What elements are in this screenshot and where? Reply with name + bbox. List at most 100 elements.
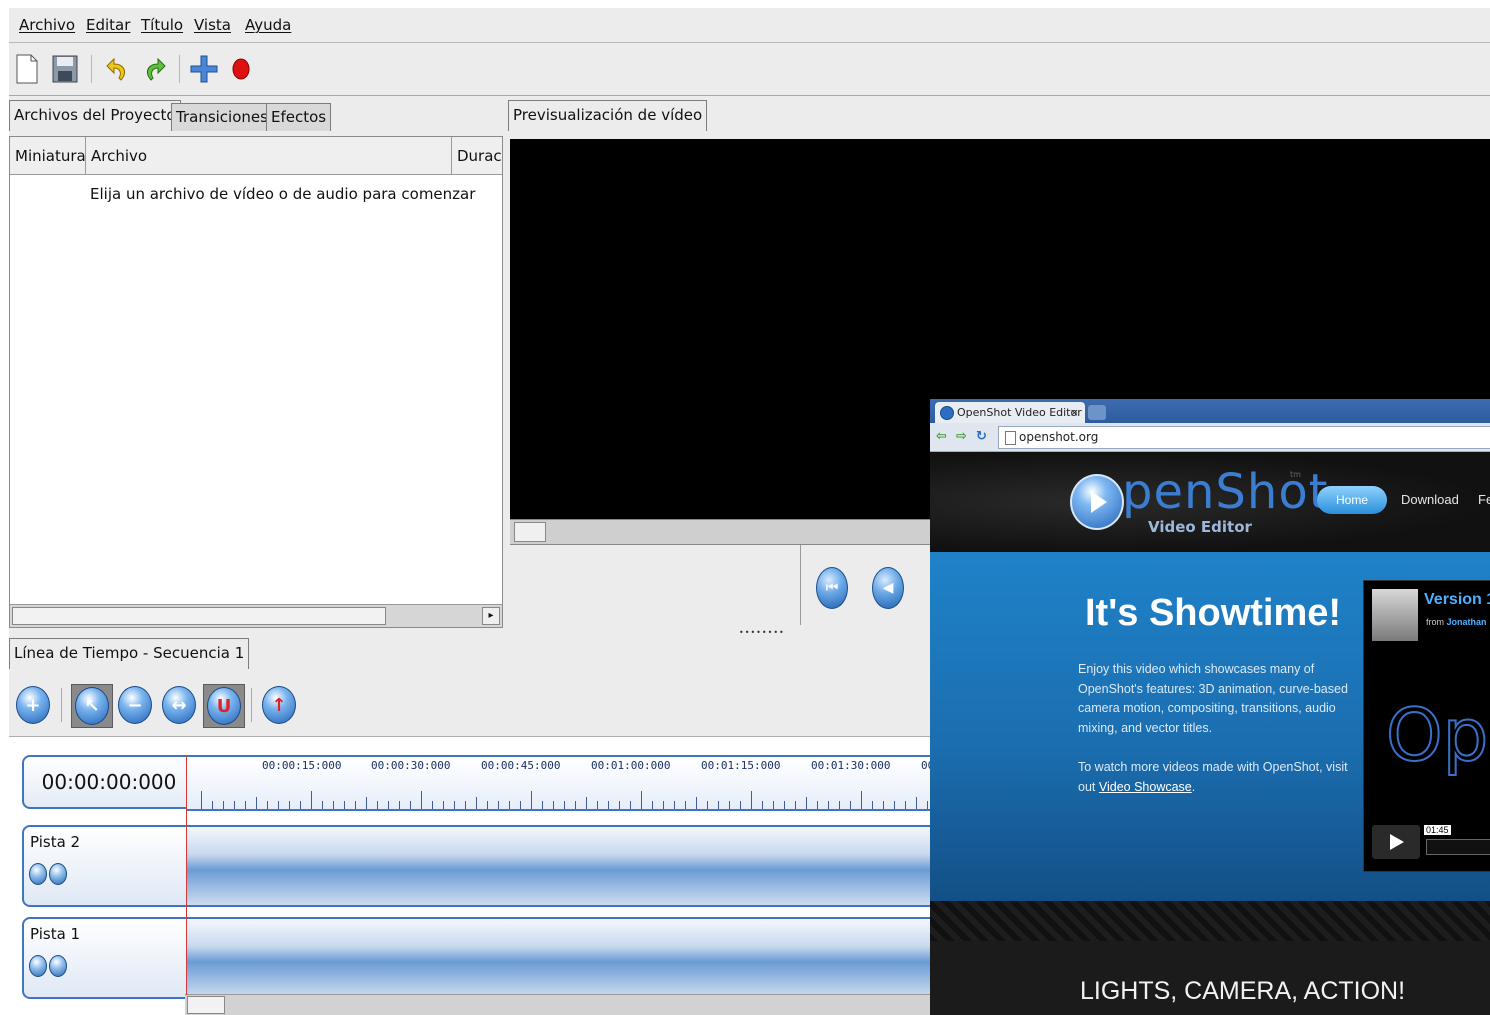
resize-icon: ↔ xyxy=(162,686,196,724)
record-button[interactable] xyxy=(225,53,257,85)
ruler-tick xyxy=(234,801,235,809)
audio-toggle-icon[interactable] xyxy=(49,955,67,977)
save-project-button[interactable] xyxy=(49,53,81,85)
marker-icon: ↑ xyxy=(262,686,296,724)
ruler-tick xyxy=(564,801,565,809)
ruler-tick xyxy=(311,791,312,809)
tab-project-files[interactable]: Archivos del Proyecto xyxy=(9,100,181,131)
ruler-label: 00:00:45:000 xyxy=(481,759,561,772)
project-files-panel: Miniatura Archivo Durac Elija un archivo… xyxy=(9,136,503,628)
forward-icon[interactable]: ⇨ xyxy=(956,429,967,444)
ruler-tick xyxy=(806,797,807,809)
hero-text-suffix: . xyxy=(1191,779,1196,794)
rewind-start-button[interactable]: ⏮ xyxy=(816,567,848,609)
ruler-tick xyxy=(784,801,785,809)
ruler-tick xyxy=(751,791,752,809)
nav-download[interactable]: Download xyxy=(1401,492,1459,507)
video-duration: 01:45 xyxy=(1424,825,1451,835)
ruler-tick xyxy=(432,801,433,809)
step-back-button[interactable]: ◀ xyxy=(872,567,904,609)
timeline-ruler[interactable]: 00:00:15:000 00:00:30:000 00:00:45:000 0… xyxy=(187,755,949,811)
seek-handle[interactable] xyxy=(514,522,546,542)
ruler-tick xyxy=(267,801,268,809)
ruler-tick xyxy=(916,797,917,809)
track-lane-pista-2[interactable] xyxy=(187,825,949,907)
openshot-logo-icon[interactable] xyxy=(1070,474,1124,530)
ruler-tick xyxy=(630,801,631,809)
track-lane-pista-1[interactable] xyxy=(187,917,949,999)
resize-tool-button[interactable]: ↔ xyxy=(159,684,199,726)
scroll-thumb[interactable] xyxy=(12,607,386,625)
tab-effects[interactable]: Efectos xyxy=(266,103,332,131)
ruler-tick xyxy=(333,801,334,809)
browser-tab[interactable]: OpenShot Video Editor × xyxy=(935,402,1085,423)
timeline-horizontal-scrollbar[interactable] xyxy=(185,994,945,1015)
close-icon[interactable]: × xyxy=(1070,402,1079,423)
play-button[interactable] xyxy=(1372,825,1420,859)
ruler-tick xyxy=(652,801,653,809)
ruler-tick xyxy=(795,801,796,809)
embedded-video[interactable]: Version 1 from Jonathan Op 01:45 xyxy=(1363,580,1490,872)
menu-vista[interactable]: Vista xyxy=(194,16,231,34)
audio-toggle-icon[interactable] xyxy=(49,863,67,885)
import-files-button[interactable] xyxy=(188,53,220,85)
ruler-tick xyxy=(850,801,851,809)
ruler-tick xyxy=(674,801,675,809)
select-tool-button[interactable]: ↖ xyxy=(71,684,113,728)
video-progress-bar[interactable] xyxy=(1426,839,1490,855)
tab-video-preview[interactable]: Previsualización de vídeo xyxy=(508,100,708,131)
menubar: Archivo Editar Título Vista Ayuda xyxy=(9,8,1490,43)
track-header-pista-1[interactable]: Pista 1 xyxy=(22,917,196,999)
ruler-tick xyxy=(927,801,928,809)
new-tab-button[interactable] xyxy=(1088,405,1106,420)
tab-timeline[interactable]: Línea de Tiempo - Secuencia 1 xyxy=(9,638,250,669)
files-horizontal-scrollbar[interactable]: ▸ xyxy=(10,604,502,627)
ruler-tick xyxy=(256,797,257,809)
reload-icon[interactable]: ↻ xyxy=(976,429,987,444)
redo-button[interactable] xyxy=(139,53,171,85)
tab-transitions[interactable]: Transiciones xyxy=(171,103,273,131)
scroll-right-arrow[interactable]: ▸ xyxy=(482,607,500,625)
ruler-tick xyxy=(300,801,301,809)
back-icon[interactable]: ⇦ xyxy=(936,429,947,444)
new-project-button[interactable] xyxy=(11,53,43,85)
author-link[interactable]: Jonathan xyxy=(1447,617,1487,627)
ruler-tick xyxy=(421,791,422,809)
menu-editar[interactable]: Editar xyxy=(86,16,130,34)
undo-button[interactable] xyxy=(101,53,133,85)
hero-paragraph: Enjoy this video which showcases many of… xyxy=(1078,662,1348,735)
ruler-tick xyxy=(454,801,455,809)
ruler-tick xyxy=(212,801,213,809)
video-showcase-link[interactable]: Video Showcase xyxy=(1099,780,1192,794)
nav-features[interactable]: Fe xyxy=(1478,492,1490,507)
track-header-pista-2[interactable]: Pista 2 xyxy=(22,825,196,907)
ruler-tick xyxy=(696,797,697,809)
menu-ayuda[interactable]: Ayuda xyxy=(245,16,291,34)
avatar[interactable] xyxy=(1372,589,1418,641)
save-icon xyxy=(52,55,78,83)
ruler-tick xyxy=(388,801,389,809)
visible-toggle-icon[interactable] xyxy=(29,955,47,977)
main-toolbar xyxy=(9,43,1490,96)
ruler-tick xyxy=(399,801,400,809)
visible-toggle-icon[interactable] xyxy=(29,863,47,885)
timeline-scroll-thumb[interactable] xyxy=(187,996,225,1014)
skip-back-icon: ⏮ xyxy=(825,580,839,596)
menu-titulo[interactable]: Título xyxy=(141,16,183,34)
nav-home[interactable]: Home xyxy=(1317,486,1387,514)
ruler-tick xyxy=(223,801,224,809)
column-thumbnail[interactable]: Miniatura xyxy=(10,137,86,175)
snap-tool-button[interactable]: U xyxy=(203,684,245,728)
ruler-label: 00:01:30:000 xyxy=(811,759,891,772)
ruler-tick xyxy=(729,801,730,809)
ruler-tick xyxy=(861,791,862,809)
column-duration[interactable]: Durac xyxy=(452,137,502,175)
address-bar[interactable]: openshot.org xyxy=(998,426,1490,449)
column-file[interactable]: Archivo xyxy=(86,137,452,175)
video-title[interactable]: Version 1 xyxy=(1424,591,1490,609)
menu-archivo[interactable]: Archivo xyxy=(19,16,75,34)
razor-tool-button[interactable]: − xyxy=(115,684,155,726)
add-track-button[interactable]: + xyxy=(13,684,53,726)
add-marker-button[interactable]: ↑ xyxy=(259,684,299,726)
playhead[interactable] xyxy=(186,755,187,995)
